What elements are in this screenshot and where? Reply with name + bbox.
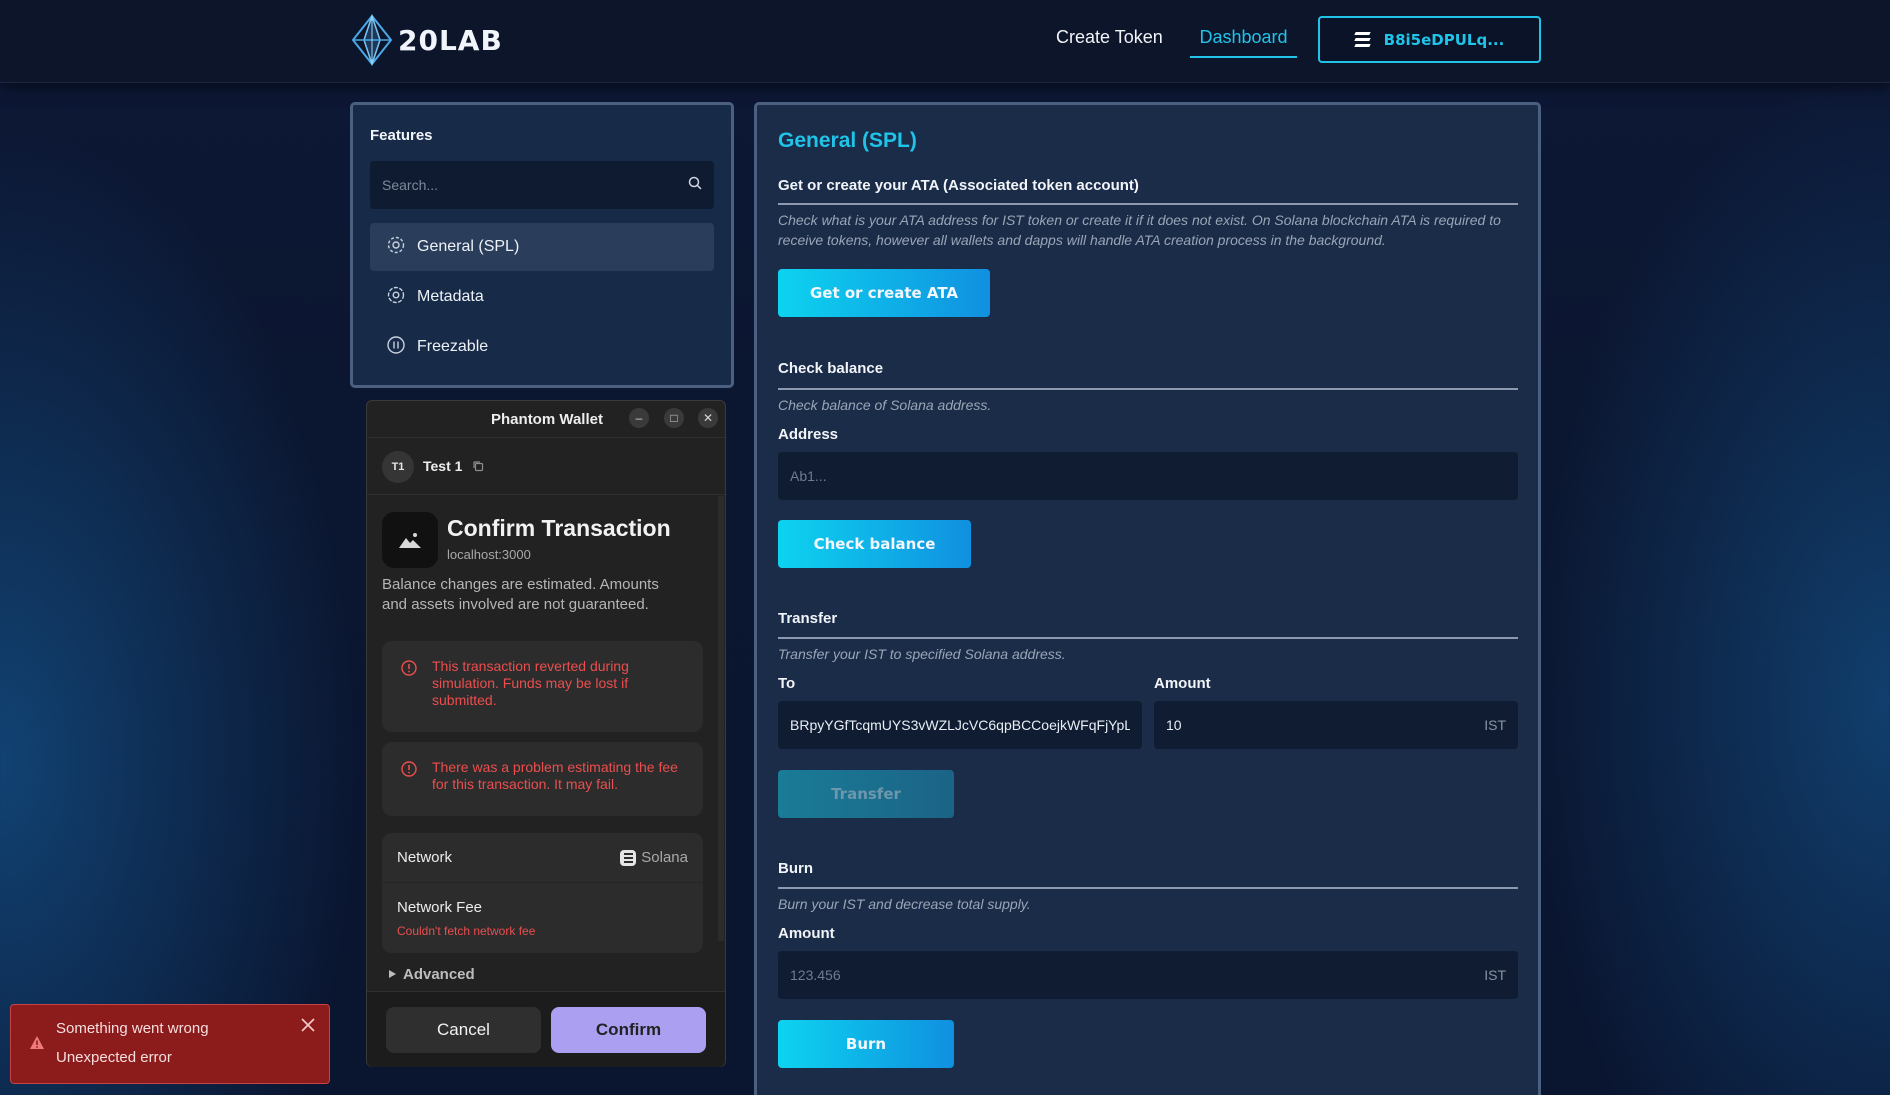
ata-section-title: Get or create your ATA (Associated token… <box>778 177 1139 194</box>
burn-amount-label: Amount <box>778 925 835 942</box>
brand-name: 20LAB <box>398 23 503 57</box>
maximize-button[interactable]: □ <box>664 408 684 428</box>
recipient-field <box>778 701 1142 749</box>
top-header: 20LAB Create Token Dashboard B8i5eDPULq.… <box>0 0 1890 83</box>
burn-button[interactable]: Burn <box>778 1020 954 1068</box>
wallet-address: B8i5eDPULq... <box>1383 30 1505 49</box>
error-toast: Something went wrong Unexpected error <box>10 1004 330 1084</box>
section-divider <box>778 203 1518 205</box>
close-button[interactable]: ✕ <box>698 408 718 428</box>
diamond-logo-icon <box>351 14 393 66</box>
transaction-details: Network Solana Network Fee Couldn't fetc… <box>382 833 703 953</box>
alert-circle-icon <box>401 761 417 781</box>
balance-section-title: Check balance <box>778 360 884 377</box>
check-balance-button[interactable]: Check balance <box>778 520 971 568</box>
avatar[interactable]: T1 <box>382 451 414 483</box>
toast-title: Something went wrong <box>56 1020 209 1037</box>
feature-search <box>370 161 714 209</box>
action-footer: Cancel Confirm <box>367 991 725 1067</box>
alert-circle-icon <box>401 660 417 680</box>
token-unit: IST <box>1484 717 1506 733</box>
address-field <box>778 452 1518 500</box>
gear-icon <box>386 235 406 260</box>
phantom-wallet-window: Phantom Wallet – □ ✕ T1 Test 1 Confirm T… <box>366 400 727 1067</box>
token-unit: IST <box>1484 967 1506 983</box>
address-label: Address <box>778 426 839 443</box>
transfer-section-title: Transfer <box>778 610 838 627</box>
section-divider <box>778 887 1518 889</box>
request-origin: localhost:3000 <box>447 547 531 562</box>
feature-item-general[interactable]: General (SPL) <box>370 223 714 271</box>
scrollbar[interactable] <box>718 496 724 941</box>
close-icon[interactable] <box>300 1017 316 1038</box>
transfer-amount-field: IST <box>1154 701 1518 749</box>
confirm-transaction-title: Confirm Transaction <box>447 515 671 541</box>
to-label: To <box>778 675 796 692</box>
burn-section-title: Burn <box>778 860 813 877</box>
network-row: Network Solana <box>382 833 703 883</box>
app-image-icon <box>382 512 438 568</box>
transfer-amount-input[interactable] <box>1166 717 1485 733</box>
feature-label: Freezable <box>417 338 489 355</box>
account-name[interactable]: Test 1 <box>423 458 462 474</box>
caret-right-icon <box>388 966 397 983</box>
amount-label: Amount <box>1154 675 1211 692</box>
ata-description: Check what is your ATA address for IST t… <box>778 212 1501 248</box>
confirm-button[interactable]: Confirm <box>551 1007 706 1053</box>
search-icon[interactable] <box>688 176 702 195</box>
balance-description: Check balance of Solana address. <box>778 397 992 413</box>
page-title: General (SPL) <box>778 129 917 152</box>
feature-item-metadata[interactable]: Metadata <box>370 273 714 321</box>
network-value: Solana <box>620 849 688 866</box>
features-title: Features <box>370 127 433 144</box>
advanced-toggle[interactable]: Advanced <box>388 966 475 983</box>
solana-icon <box>1353 32 1371 47</box>
account-bar: T1 Test 1 <box>367 437 727 495</box>
get-or-create-ata-button[interactable]: Get or create ATA <box>778 269 990 317</box>
warning-triangle-icon <box>29 1035 45 1055</box>
feature-label: Metadata <box>417 288 484 305</box>
network-name: Solana <box>641 849 688 866</box>
nav-create-token[interactable]: Create Token <box>1056 27 1163 48</box>
address-input[interactable] <box>790 468 1506 484</box>
minimize-button[interactable]: – <box>629 408 649 428</box>
estimate-note: Balance changes are estimated. Amounts a… <box>382 576 659 613</box>
wallet-button[interactable]: B8i5eDPULq... <box>1318 16 1541 63</box>
transfer-button[interactable]: Transfer <box>778 770 954 818</box>
warning-text: This transaction reverted during simulat… <box>432 658 629 708</box>
feature-item-freezable[interactable]: Freezable <box>370 323 714 371</box>
nav-dashboard[interactable]: Dashboard <box>1190 27 1297 58</box>
features-panel: Features General (SPL) Metadata Freezabl… <box>350 102 734 388</box>
transfer-description: Transfer your IST to specified Solana ad… <box>778 646 1066 662</box>
brand-logo[interactable]: 20LAB <box>350 14 503 66</box>
copy-icon[interactable] <box>472 459 484 477</box>
section-divider <box>778 388 1518 390</box>
advanced-label: Advanced <box>403 966 475 983</box>
burn-amount-input[interactable] <box>790 967 1485 983</box>
network-fee-label: Network Fee <box>397 899 483 916</box>
burn-amount-field: IST <box>778 951 1518 999</box>
badge-icon <box>386 285 406 310</box>
search-input[interactable] <box>370 161 714 209</box>
network-fee-error: Couldn't fetch network fee <box>397 924 536 938</box>
recipient-input[interactable] <box>790 717 1130 733</box>
warning-text: There was a problem estimating the fee f… <box>432 759 678 792</box>
cancel-button[interactable]: Cancel <box>386 1007 541 1053</box>
feature-label: General (SPL) <box>417 238 520 255</box>
burn-description: Burn your IST and decrease total supply. <box>778 896 1031 912</box>
pause-icon <box>386 335 406 360</box>
main-panel: General (SPL) Get or create your ATA (As… <box>754 102 1541 1095</box>
fee-warning: There was a problem estimating the fee f… <box>382 742 703 816</box>
solana-icon <box>620 849 637 866</box>
network-label: Network <box>397 849 453 866</box>
toast-message: Unexpected error <box>56 1049 172 1066</box>
section-divider <box>778 637 1518 639</box>
simulation-warning: This transaction reverted during simulat… <box>382 641 703 732</box>
